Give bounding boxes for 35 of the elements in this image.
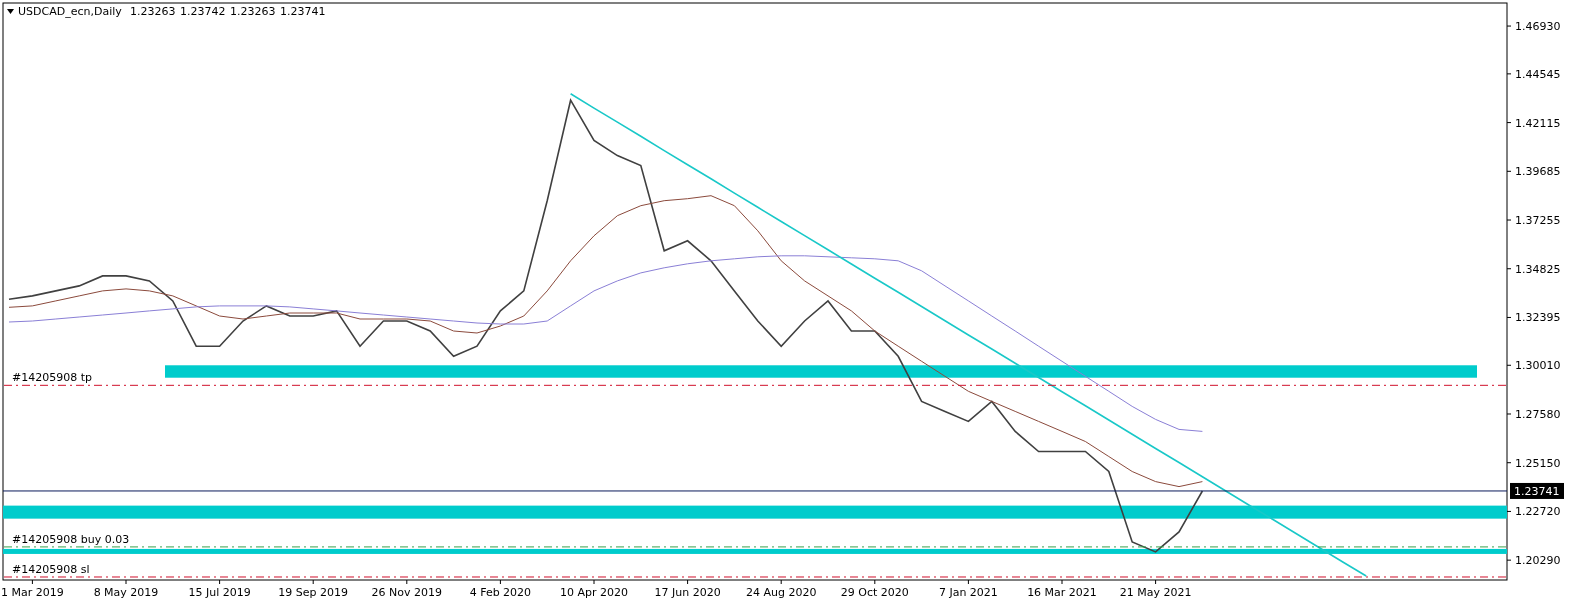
price-axis-label: 1.30010 — [1515, 359, 1561, 373]
date-axis-label: 1 Mar 2019 — [1, 586, 64, 599]
symbol-title: USDCAD_ecn,Daily — [18, 5, 122, 18]
price-axis-label: 1.46930 — [1515, 20, 1561, 34]
price-axis-label: 1.44545 — [1515, 67, 1561, 81]
price-axis-label: 1.34825 — [1515, 262, 1561, 276]
order-label: #14205908 tp — [12, 371, 92, 385]
date-axis-label: 16 Mar 2021 — [1027, 586, 1097, 599]
price-axis-label: 1.42115 — [1515, 116, 1561, 130]
price-tag: 1.23741 — [1510, 482, 1564, 499]
ohlc-value: 1.23742 — [180, 5, 226, 18]
price-axis-label: 1.27580 — [1515, 408, 1561, 421]
date-axis-label: 8 May 2019 — [93, 586, 159, 599]
date-axis-label: 7 Jan 2021 — [938, 586, 998, 599]
date-axis-label: 29 Oct 2020 — [840, 586, 909, 599]
ohlc-value: 1.23263 — [230, 5, 276, 18]
date-axis-label: 17 Jun 2020 — [654, 586, 721, 599]
date-axis-label: 24 Aug 2020 — [745, 586, 817, 599]
ohlc-value: 1.23741 — [280, 5, 326, 18]
date-axis-label: 4 Feb 2020 — [469, 586, 532, 599]
price-axis-label: 1.22720 — [1515, 505, 1561, 519]
ref-line-label: 1.23741 — [1514, 484, 1560, 498]
date-axis-label: 21 May 2021 — [1119, 586, 1192, 599]
date-axis-label: 26 Nov 2019 — [371, 586, 443, 599]
date-axis-label: 10 Apr 2020 — [560, 586, 628, 599]
price-axis-label: 1.39685 — [1515, 165, 1561, 179]
price-axis-label: 1.32395 — [1515, 311, 1561, 325]
order-label: #14205908 sl — [12, 563, 90, 576]
price-axis-label: 1.37255 — [1515, 214, 1561, 228]
order-label: #14205908 buy 0.03 — [12, 532, 130, 546]
price-axis-label: 1.20290 — [1515, 554, 1561, 568]
ohlc-value: 1.23263 — [130, 5, 176, 18]
date-axis-label: 15 Jul 2019 — [188, 586, 251, 599]
date-axis-label: 19 Sep 2019 — [278, 586, 349, 599]
price-axis-label: 1.25150 — [1515, 456, 1561, 470]
